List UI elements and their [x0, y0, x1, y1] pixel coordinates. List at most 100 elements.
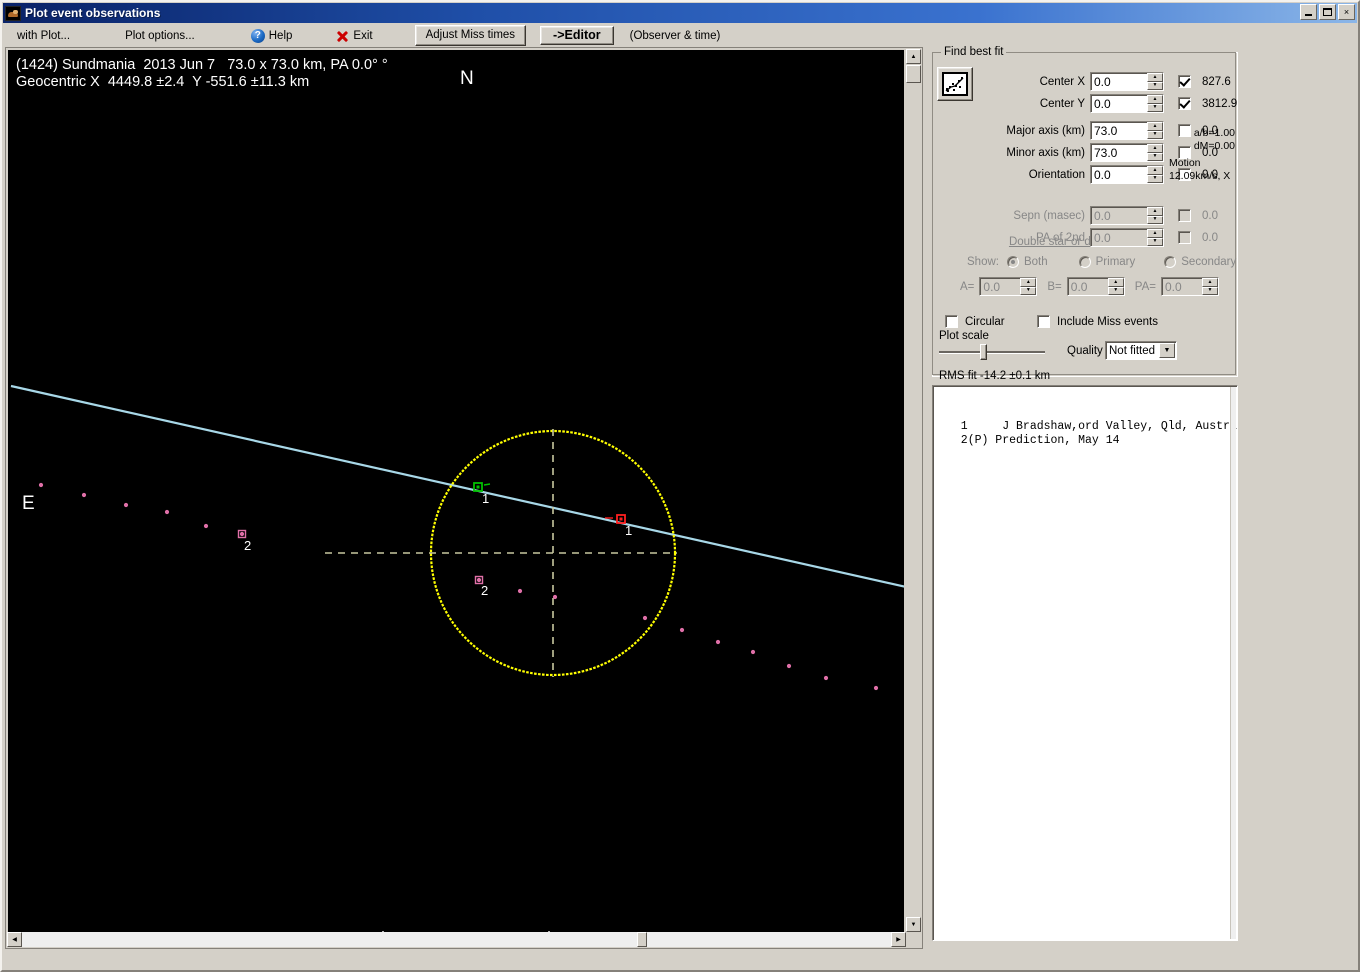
- application-window: Plot event observations × with Plot... P…: [0, 0, 1360, 972]
- scroll-right-arrow[interactable]: ▶: [891, 932, 906, 947]
- sepn-masec-fit-checkbox[interactable]: [1178, 209, 1191, 222]
- minor-axis-km-input[interactable]: [1091, 144, 1147, 161]
- pa-of-2nd-fit-checkbox[interactable]: [1178, 231, 1191, 244]
- pa-of-2nd-spinner[interactable]: ▲ ▼: [1147, 229, 1163, 246]
- plot-header-line-1: (1424) Sundmania 2013 Jun 7 73.0 x 73.0 …: [16, 57, 388, 73]
- list-item[interactable]: 1 J Bradshaw,ord Valley, Qld, Austral: [947, 420, 1237, 434]
- chord-entry-marker-tick: [483, 483, 491, 486]
- plot-scale-slider[interactable]: [939, 344, 1045, 360]
- sepn-masec-spinner[interactable]: ▲ ▼: [1147, 207, 1163, 224]
- minor-axis-km-spinner[interactable]: ▲ ▼: [1147, 144, 1163, 161]
- center-x-field[interactable]: ▲▼: [1090, 72, 1164, 91]
- miss-event-dot: [517, 588, 523, 594]
- circular-checkbox[interactable]: [945, 315, 958, 328]
- scroll-down-arrow[interactable]: ▼: [906, 917, 921, 932]
- close-icon: ×: [1343, 6, 1350, 17]
- pa-of-2nd-field[interactable]: ▲▼: [1090, 228, 1164, 247]
- find-best-fit-title: Find best fit: [941, 46, 1007, 58]
- major-axis-km-spinner[interactable]: ▲ ▼: [1147, 122, 1163, 139]
- plot-scale-label: Plot scale: [939, 330, 989, 342]
- center-y-result: 3812.9: [1202, 97, 1238, 110]
- center-y-field[interactable]: ▲▼: [1090, 94, 1164, 113]
- close-button[interactable]: ×: [1338, 4, 1355, 20]
- pa-spinner[interactable]: ▲ ▼: [1201, 278, 1218, 295]
- pa-of-2nd-label: PA of 2nd: [1035, 231, 1085, 244]
- maximize-button[interactable]: [1319, 4, 1336, 20]
- major-axis-km-field[interactable]: ▲▼: [1090, 121, 1164, 140]
- a-field[interactable]: ▲▼: [979, 277, 1038, 296]
- center-x-input[interactable]: [1091, 73, 1147, 90]
- center-y-spinner[interactable]: ▲ ▼: [1147, 95, 1163, 112]
- center-x-spinner[interactable]: ▲ ▼: [1147, 73, 1163, 90]
- exit-button[interactable]: Exit: [335, 29, 372, 43]
- miss-event-dot: [786, 663, 792, 669]
- horizontal-scroll-thumb[interactable]: [637, 932, 647, 947]
- quality-dropdown[interactable]: Not fitted ▼: [1105, 341, 1177, 360]
- b-field[interactable]: ▲▼: [1066, 277, 1125, 296]
- adjust-miss-times-button[interactable]: Adjust Miss times: [414, 25, 527, 46]
- radio-primary[interactable]: [1078, 256, 1091, 268]
- vertical-scroll-thumb[interactable]: [906, 65, 921, 83]
- miss-event-dot: [679, 627, 685, 633]
- rms-fit-label: RMS fit -14.2 ±0.1 km: [939, 370, 1051, 382]
- minimize-button[interactable]: [1300, 4, 1317, 20]
- with-plot-menu[interactable]: with Plot...: [17, 30, 70, 42]
- b-spinner[interactable]: ▲ ▼: [1107, 278, 1124, 295]
- sepn-masec-field[interactable]: ▲▼: [1090, 206, 1164, 225]
- miss-event-dot: [38, 482, 44, 488]
- listbox-scrollbar[interactable]: [1230, 387, 1236, 939]
- major-axis-km-input[interactable]: [1091, 122, 1147, 139]
- include-miss-checkbox-row[interactable]: Include Miss events: [1037, 315, 1158, 328]
- center-y-fit-checkbox[interactable]: [1178, 97, 1191, 110]
- sepn-masec-input[interactable]: [1091, 207, 1147, 224]
- chord-entry-marker-core: [476, 485, 480, 489]
- orientation-field[interactable]: ▲▼: [1090, 165, 1164, 184]
- scroll-up-arrow[interactable]: ▲: [906, 49, 921, 64]
- plot-canvas[interactable]: (1424) Sundmania 2013 Jun 7 73.0 x 73.0 …: [8, 50, 904, 934]
- b-input[interactable]: [1067, 278, 1108, 295]
- include-miss-label: Include Miss events: [1057, 315, 1158, 328]
- center-y-label: Center Y: [1039, 97, 1085, 110]
- miss-event-dots: [38, 482, 879, 691]
- miss-event-dot: [476, 577, 482, 583]
- miss-event-dot: [164, 509, 170, 515]
- radio-secondary[interactable]: [1164, 256, 1177, 268]
- observations-listbox[interactable]: 1 J Bradshaw,ord Valley, Qld, Austral 2(…: [932, 385, 1238, 941]
- pa-of-2nd-row: PA of 2nd ▲▼ 0.0: [973, 228, 1218, 247]
- include-miss-checkbox[interactable]: [1037, 315, 1050, 328]
- circular-checkbox-row[interactable]: Circular: [945, 315, 1005, 328]
- motion-title: Motion: [1169, 157, 1201, 169]
- observer-time-label: (Observer & time): [629, 29, 721, 42]
- circular-label: Circular: [965, 315, 1005, 328]
- plot-panel: (1424) Sundmania 2013 Jun 7 73.0 x 73.0 …: [5, 47, 923, 949]
- pa-input[interactable]: [1161, 278, 1202, 295]
- a-spinner[interactable]: ▲ ▼: [1020, 278, 1037, 295]
- fit-chart-button[interactable]: [937, 67, 973, 101]
- pa-of-2nd-input[interactable]: [1091, 229, 1147, 246]
- miss-event-dot: [715, 639, 721, 645]
- radio-both[interactable]: [1006, 256, 1019, 268]
- plot-header-line-2: Geocentric X 4449.8 ±2.4 Y -551.6 ±11.3 …: [16, 74, 310, 90]
- north-direction-label: N: [460, 68, 474, 89]
- orientation-spinner[interactable]: ▲ ▼: [1147, 166, 1163, 183]
- center-x-result: 827.6: [1202, 75, 1231, 88]
- chord-exit-marker-core: [619, 517, 623, 521]
- minor-axis-km-field[interactable]: ▲▼: [1090, 143, 1164, 162]
- plot-options-menu[interactable]: Plot options...: [125, 30, 195, 42]
- chevron-down-icon[interactable]: ▼: [1159, 343, 1175, 358]
- sepn-masec-result: 0.0: [1202, 209, 1218, 222]
- slider-thumb[interactable]: [980, 344, 987, 360]
- a-input[interactable]: [980, 278, 1021, 295]
- center-x-fit-checkbox[interactable]: [1178, 75, 1191, 88]
- help-button[interactable]: ? Help: [250, 28, 292, 43]
- list-item[interactable]: 2(P) Prediction, May 14: [947, 434, 1237, 448]
- orientation-input[interactable]: [1091, 166, 1147, 183]
- plot-horizontal-scrollbar[interactable]: ◀ ▶: [7, 932, 906, 947]
- center-y-input[interactable]: [1091, 95, 1147, 112]
- miss-event-dot: [552, 594, 558, 600]
- scroll-left-arrow[interactable]: ◀: [7, 932, 22, 947]
- pa-field[interactable]: ▲▼: [1160, 277, 1219, 296]
- orientation-label: Orientation: [1028, 168, 1085, 181]
- editor-button[interactable]: ->Editor: [540, 26, 614, 45]
- plot-vertical-scrollbar[interactable]: ▲ ▼: [906, 49, 921, 932]
